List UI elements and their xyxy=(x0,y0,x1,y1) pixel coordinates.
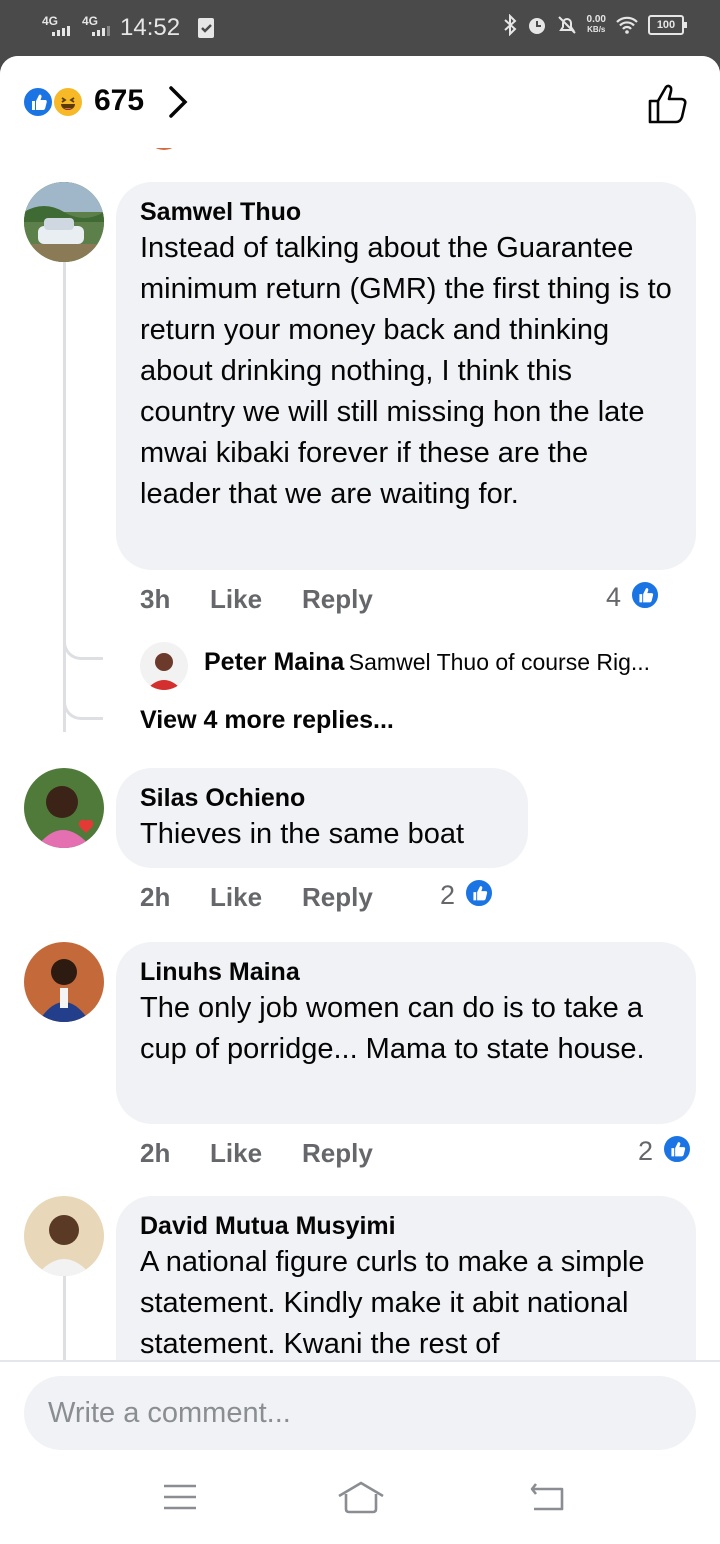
comments-feed[interactable]: Samwel Thuo Instead of talking about the… xyxy=(0,148,720,1360)
comment-text: A national figure curls to make a simple… xyxy=(140,1246,645,1360)
like-reaction-icon xyxy=(630,580,660,610)
avatar[interactable] xyxy=(24,942,104,1022)
wifi-icon xyxy=(616,16,638,34)
comment-bubble[interactable]: Samwel Thuo Instead of talking about the… xyxy=(116,182,696,570)
like-button[interactable]: Like xyxy=(210,882,262,913)
status-icons: 0.00 KB/s 100 xyxy=(503,14,687,36)
battery-icon: 100 xyxy=(648,15,687,35)
comment-time: 3h xyxy=(140,584,171,614)
thread-line xyxy=(63,1276,66,1360)
bluetooth-icon xyxy=(503,14,516,36)
home-icon[interactable] xyxy=(336,1480,386,1514)
reply-button[interactable]: Reply xyxy=(302,882,373,913)
reply-author[interactable]: Peter Maina xyxy=(204,648,344,676)
avatar[interactable] xyxy=(24,182,104,262)
download-icon xyxy=(198,18,214,38)
haha-reaction-icon xyxy=(496,878,526,908)
comment-author[interactable]: Linuhs Maina xyxy=(140,956,672,988)
previous-reply-avatar xyxy=(146,148,182,150)
chevron-right-icon[interactable] xyxy=(166,84,190,120)
signal-icon-2 xyxy=(92,26,110,36)
avatar[interactable] xyxy=(24,1196,104,1276)
haha-reaction-icon xyxy=(662,580,692,610)
signal-icon-1 xyxy=(52,26,70,36)
comment-text: Instead of talking about the Guarantee m… xyxy=(140,232,672,510)
reply-button[interactable]: Reply xyxy=(302,1138,373,1169)
speed-unit: KB/s xyxy=(587,25,606,34)
reply-button[interactable]: Reply xyxy=(302,584,373,615)
view-more-replies-link[interactable]: View 4 more replies... xyxy=(140,706,394,735)
like-button[interactable]: Like xyxy=(210,1138,262,1169)
status-bar: 4G 4G 14:52 0.00 KB/s 100 xyxy=(0,0,720,56)
reactions-header: 675 xyxy=(0,56,720,148)
thread-branch xyxy=(63,618,103,660)
comment-author[interactable]: Samwel Thuo xyxy=(140,196,672,228)
comment-bubble[interactable]: David Mutua Musyimi A national figure cu… xyxy=(116,1196,696,1360)
clock: 14:52 xyxy=(120,14,181,41)
reply-preview[interactable]: Peter Maina Samwel Thuo of course Rig... xyxy=(204,648,700,698)
like-reaction-icon xyxy=(464,878,494,908)
composer-bar xyxy=(0,1360,720,1544)
reply-avatar[interactable] xyxy=(140,642,188,690)
like-reaction-icon xyxy=(662,1134,692,1164)
like-button[interactable]: Like xyxy=(210,584,262,615)
comment-input[interactable] xyxy=(24,1376,696,1450)
haha-reaction-icon xyxy=(52,86,84,118)
comment-bubble[interactable]: Silas Ochieno Thieves in the same boat xyxy=(116,768,528,868)
alarm-icon xyxy=(528,18,545,34)
like-post-icon[interactable] xyxy=(646,82,690,126)
comment-text: The only job women can do is to take a c… xyxy=(140,992,645,1065)
comment-reactions[interactable]: 2 xyxy=(440,878,532,914)
network-speed: 0.00 KB/s xyxy=(587,15,606,35)
reaction-count: 2 xyxy=(638,1136,654,1166)
thread-branch xyxy=(63,678,103,720)
comment-time: 2h xyxy=(140,882,171,912)
comment-time: 2h xyxy=(140,1138,171,1168)
comment-text: Thieves in the same boat xyxy=(140,818,465,850)
menu-icon[interactable] xyxy=(162,1482,198,1512)
avatar[interactable] xyxy=(24,768,104,848)
comment-actions: 2h Like Reply xyxy=(140,882,440,918)
reaction-total[interactable]: 675 xyxy=(94,84,144,118)
mute-icon xyxy=(557,16,576,34)
comment-author[interactable]: Silas Ochieno xyxy=(140,782,504,814)
like-reaction-icon xyxy=(22,86,54,118)
reply-text: Samwel Thuo of course Rig... xyxy=(348,649,651,675)
comment-bubble[interactable]: Linuhs Maina The only job women can do i… xyxy=(116,942,696,1124)
comment-reactions[interactable]: 4 xyxy=(606,580,698,616)
speed-value: 0.00 xyxy=(586,14,606,25)
back-icon[interactable] xyxy=(528,1482,568,1512)
comments-sheet: 675 Samwel Thuo Instead of talking about… xyxy=(0,56,720,1544)
comment-author[interactable]: David Mutua Musyimi xyxy=(140,1210,672,1242)
thread-line xyxy=(63,262,66,732)
comment-reactions[interactable]: 2 xyxy=(638,1134,698,1170)
reaction-count: 2 xyxy=(440,880,456,910)
comment-actions: 2h Like Reply xyxy=(140,1138,540,1174)
reaction-count: 4 xyxy=(606,582,622,612)
